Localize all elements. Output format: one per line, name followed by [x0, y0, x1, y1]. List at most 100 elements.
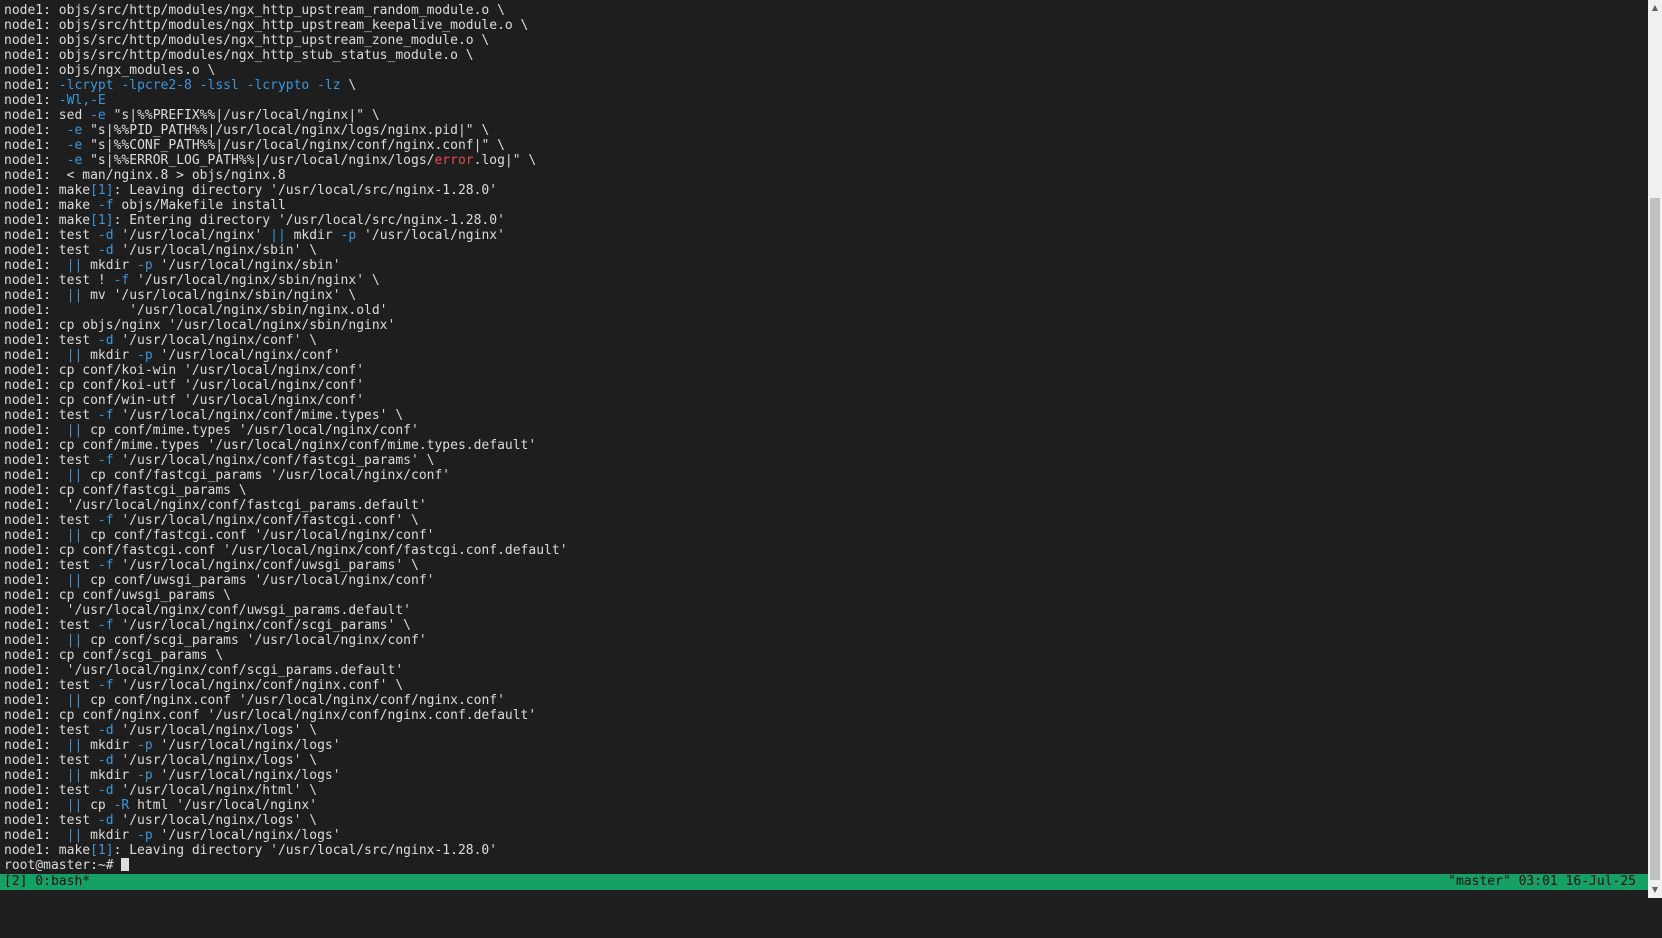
output-text: node1:: [4, 738, 67, 753]
option-flag-text: -e: [66, 138, 83, 153]
option-flag-text: -e: [90, 108, 106, 123]
output-text: mkdir: [82, 828, 138, 843]
output-text: mkdir: [82, 738, 138, 753]
terminal-line: node1: cp objs/nginx '/usr/local/nginx/s…: [4, 318, 568, 333]
option-flag-text: ||: [66, 828, 83, 843]
output-text: node1:: [4, 288, 67, 303]
shell-prompt: root@master:~#: [4, 858, 122, 873]
output-text: node1: objs/ngx_modules.o \: [4, 63, 216, 78]
terminal-line: node1: test ! -f '/usr/local/nginx/sbin/…: [4, 273, 568, 288]
terminal-line: node1: sed -e "s|%%PREFIX%%|/usr/local/n…: [4, 108, 568, 123]
terminal-line: node1: || mkdir -p '/usr/local/nginx/con…: [4, 348, 568, 363]
output-text: "s|%%ERROR_LOG_PATH%%|/usr/local/nginx/l…: [82, 153, 435, 168]
output-text: node1: test: [4, 513, 98, 528]
terminal-output[interactable]: node1: objs/src/http/modules/ngx_http_up…: [0, 0, 1648, 898]
option-flag-text: -p: [137, 768, 153, 783]
option-flag-text: -e: [66, 153, 83, 168]
option-flag-text: ||: [66, 348, 83, 363]
tmux-status-right: "master" 03:01 16-Jul-25: [1448, 874, 1636, 889]
terminal-line: node1: || cp conf/fastcgi_params '/usr/l…: [4, 468, 568, 483]
output-text: node1: cp conf/scgi_params \: [4, 648, 224, 663]
prompt-line[interactable]: root@master:~#: [4, 858, 568, 873]
terminal-line: node1: cp conf/koi-utf '/usr/local/nginx…: [4, 378, 568, 393]
output-text: '/usr/local/nginx/conf/mime.types' \: [113, 408, 404, 423]
option-flag-text: -f: [97, 558, 114, 573]
output-text: node1: '/usr/local/nginx/sbin/nginx.old': [4, 303, 388, 318]
output-text: : Leaving directory '/usr/local/src/ngin…: [113, 843, 498, 858]
output-text: node1:: [4, 573, 67, 588]
output-text: node1: make: [4, 213, 91, 228]
option-flag-text: -f: [97, 198, 114, 213]
option-flag-text: -f: [97, 678, 114, 693]
option-flag-text: ||: [66, 468, 83, 483]
terminal-line: node1: cp conf/fastcgi.conf '/usr/local/…: [4, 543, 568, 558]
output-text: '/usr/local/nginx/sbin' \: [113, 243, 318, 258]
output-text: node1:: [4, 528, 67, 543]
option-flag-text: [1]: [90, 213, 114, 228]
terminal-line: node1: || cp conf/mime.types '/usr/local…: [4, 423, 568, 438]
option-flag-text: -d: [97, 228, 114, 243]
terminal-line: node1: make -f objs/Makefile install: [4, 198, 568, 213]
output-text: node1: test: [4, 453, 98, 468]
option-flag-text: -R: [113, 798, 130, 813]
output-text: cp: [82, 798, 114, 813]
scroll-up-arrow-icon[interactable]: ▲: [1648, 0, 1662, 16]
option-flag-text: -lcrypt -lpcre2-8 -lssl -lcrypto -lz: [58, 78, 341, 93]
terminal-line: node1: test -d '/usr/local/nginx/conf' \: [4, 333, 568, 348]
scroll-down-arrow-icon[interactable]: ▼: [1648, 882, 1662, 898]
terminal-line: node1: cp conf/nginx.conf '/usr/local/ng…: [4, 708, 568, 723]
output-text: '/usr/local/nginx/conf/uwsgi_params' \: [113, 558, 419, 573]
option-flag-text: -Wl,-E: [58, 93, 106, 108]
output-text: node1: sed: [4, 108, 91, 123]
tmux-status-bar: [2] 0:bash* "master" 03:01 16-Jul-25: [0, 874, 1648, 890]
output-text: node1:: [4, 768, 67, 783]
output-text: node1: test: [4, 678, 98, 693]
terminal-line: node1: make[1]: Leaving directory '/usr/…: [4, 843, 568, 858]
output-text: '/usr/local/nginx/conf/scgi_params' \: [113, 618, 411, 633]
output-text: '/usr/local/nginx': [113, 228, 271, 243]
option-flag-text: ||: [66, 738, 83, 753]
option-flag-text: -d: [97, 243, 114, 258]
output-text: mkdir: [82, 348, 138, 363]
option-flag-text: -d: [97, 723, 114, 738]
output-text: node1:: [4, 468, 67, 483]
output-text: '/usr/local/nginx/conf/nginx.conf' \: [113, 678, 404, 693]
output-text: node1: cp conf/fastcgi.conf '/usr/local/…: [4, 543, 568, 558]
output-text: '/usr/local/nginx/conf/fastcgi.conf' \: [113, 513, 419, 528]
terminal-line: node1: test -d '/usr/local/nginx/html' \: [4, 783, 568, 798]
output-text: \: [340, 78, 357, 93]
output-text: node1:: [4, 93, 59, 108]
terminal-line: node1: '/usr/local/nginx/sbin/nginx.old': [4, 303, 568, 318]
terminal-line: node1: objs/ngx_modules.o \: [4, 63, 568, 78]
output-text: node1: cp conf/koi-win '/usr/local/nginx…: [4, 363, 365, 378]
output-text: '/usr/local/nginx': [356, 228, 505, 243]
output-text: '/usr/local/nginx/logs' \: [113, 723, 318, 738]
error-highlight-text: error: [434, 153, 474, 168]
terminal-line: node1: || cp conf/nginx.conf '/usr/local…: [4, 693, 568, 708]
option-flag-text: ||: [66, 693, 83, 708]
output-text: cp conf/scgi_params '/usr/local/nginx/co…: [82, 633, 427, 648]
option-flag-text: -p: [137, 828, 153, 843]
scrollbar-thumb[interactable]: [1650, 198, 1660, 880]
terminal-line: node1: test -f '/usr/local/nginx/conf/mi…: [4, 408, 568, 423]
output-text: '/usr/local/nginx/conf': [152, 348, 341, 363]
output-text: mkdir: [285, 228, 341, 243]
output-text: node1:: [4, 348, 67, 363]
terminal-line: node1: test -d '/usr/local/nginx/logs' \: [4, 813, 568, 828]
terminal-line: node1: cp conf/koi-win '/usr/local/nginx…: [4, 363, 568, 378]
vertical-scrollbar[interactable]: ▲ ▼: [1648, 0, 1662, 898]
output-text: cp conf/nginx.conf '/usr/local/nginx/con…: [82, 693, 505, 708]
output-text: cp conf/mime.types '/usr/local/nginx/con…: [82, 423, 419, 438]
output-text: mkdir: [82, 768, 138, 783]
terminal-line: node1: < man/nginx.8 > objs/nginx.8: [4, 168, 568, 183]
terminal-line: node1: || mv '/usr/local/nginx/sbin/ngin…: [4, 288, 568, 303]
terminal-line: node1: || cp conf/uwsgi_params '/usr/loc…: [4, 573, 568, 588]
terminal-line: node1: objs/src/http/modules/ngx_http_up…: [4, 18, 568, 33]
output-text: .log|" \: [473, 153, 537, 168]
output-text: node1: make: [4, 198, 98, 213]
tmux-window-list[interactable]: [2] 0:bash*: [4, 874, 90, 890]
terminal-line: node1: -e "s|%%PID_PATH%%|/usr/local/ngi…: [4, 123, 568, 138]
option-flag-text: -p: [137, 348, 153, 363]
output-text: node1: cp conf/fastcgi_params \: [4, 483, 247, 498]
option-flag-text: -f: [97, 453, 114, 468]
